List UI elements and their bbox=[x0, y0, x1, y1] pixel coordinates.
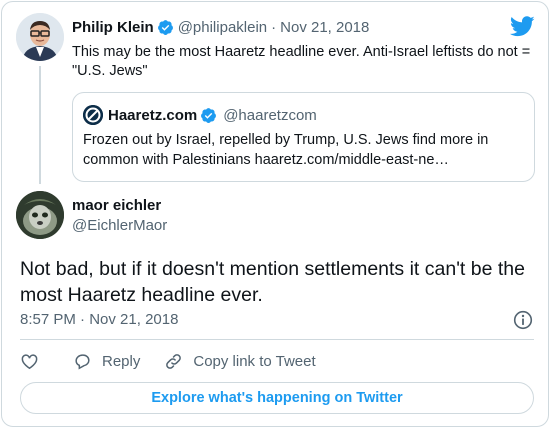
like-button[interactable] bbox=[20, 352, 49, 371]
parent-tweet-text: This may be the most Haaretz headline ev… bbox=[72, 44, 531, 79]
quoted-tweet-header: Haaretz.com @haaretzcom bbox=[83, 105, 317, 125]
thread-line bbox=[39, 66, 41, 184]
speech-bubble-icon bbox=[75, 353, 90, 370]
main-author-name[interactable]: maor eichler bbox=[72, 196, 167, 216]
reply-label: Reply bbox=[102, 352, 141, 370]
main-author-handle[interactable]: @EichlerMaor bbox=[72, 216, 167, 236]
explore-twitter-button[interactable]: Explore what's happening on Twitter bbox=[20, 382, 534, 414]
main-author-avatar[interactable] bbox=[16, 191, 64, 239]
tweet-embed-card: Philip Klein @philipaklein · Nov 21, 201… bbox=[1, 1, 549, 427]
parent-author-name[interactable]: Philip Klein bbox=[72, 19, 154, 36]
twitter-bird-icon[interactable] bbox=[509, 16, 535, 37]
copy-link-label: Copy link to Tweet bbox=[193, 352, 316, 370]
verified-badge-icon bbox=[200, 107, 217, 124]
parent-author-avatar[interactable] bbox=[16, 13, 64, 61]
heart-icon bbox=[21, 353, 38, 369]
quoted-tweet[interactable]: Haaretz.com @haaretzcom Frozen out by Is… bbox=[72, 92, 535, 182]
timestamp-separator: · bbox=[80, 311, 86, 328]
copy-link-button[interactable]: Copy link to Tweet bbox=[164, 352, 316, 371]
main-tweet-header: maor eichler @EichlerMaor bbox=[72, 196, 167, 236]
haaretz-logo-icon bbox=[83, 105, 103, 125]
quoted-tweet-text: Frozen out by Israel, repelled by Trump,… bbox=[83, 132, 489, 168]
quoted-author-handle: @haaretzcom bbox=[223, 106, 317, 124]
parent-author-handle[interactable]: @philipaklein bbox=[178, 19, 267, 36]
reply-button[interactable]: Reply bbox=[73, 352, 140, 371]
quoted-author-name: Haaretz.com bbox=[108, 106, 198, 124]
link-icon bbox=[166, 353, 182, 369]
tweet-date[interactable]: Nov 21, 2018 bbox=[89, 311, 178, 328]
tweet-timestamp[interactable]: 8:57 PM · Nov 21, 2018 bbox=[20, 311, 178, 328]
main-tweet-text: Not bad, but if it doesn't mention settl… bbox=[20, 258, 525, 306]
tweet-time[interactable]: 8:57 PM bbox=[20, 311, 76, 328]
tweet-actions: Reply Copy link to Tweet bbox=[20, 350, 316, 372]
parent-tweet-header: Philip Klein @philipaklein · Nov 21, 201… bbox=[72, 16, 369, 38]
verified-badge-icon bbox=[157, 19, 174, 36]
parent-tweet-date[interactable]: Nov 21, 2018 bbox=[280, 19, 369, 36]
divider bbox=[20, 339, 534, 340]
header-separator: · bbox=[271, 18, 277, 36]
info-icon[interactable] bbox=[513, 310, 533, 330]
